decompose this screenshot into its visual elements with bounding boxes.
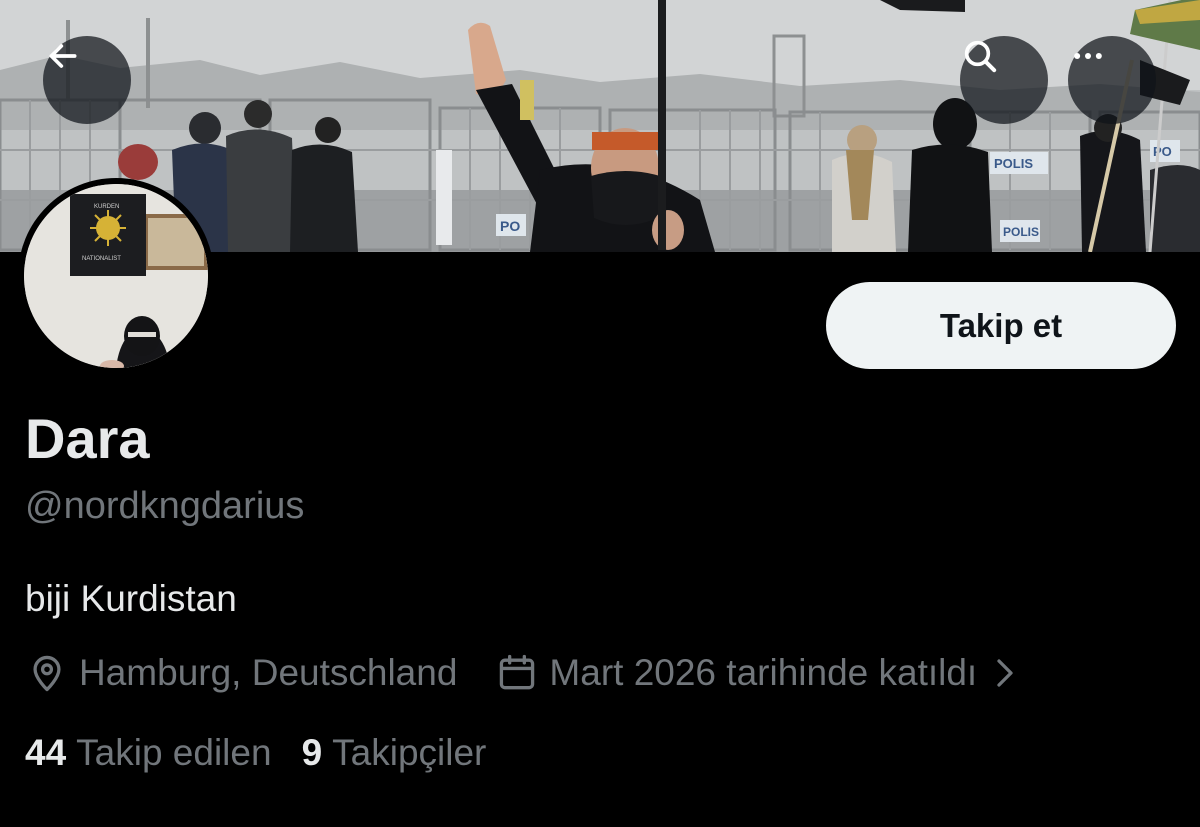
police-sign-text-3: POLIS bbox=[1003, 225, 1039, 239]
police-sign-text-2: POLIS bbox=[994, 156, 1033, 171]
police-sign-text: PO bbox=[500, 218, 520, 234]
followers-count: 9 bbox=[301, 732, 323, 773]
location-item: Hamburg, Deutschland bbox=[25, 651, 457, 695]
location-pin-icon bbox=[33, 655, 61, 692]
user-handle: @nordkngdarius bbox=[25, 485, 305, 527]
calendar-icon bbox=[500, 654, 535, 690]
profile-meta: Hamburg, Deutschland Mart 2026 tarihinde… bbox=[25, 648, 1019, 698]
joined-date-item[interactable]: Mart 2026 tarihinde katıldı bbox=[495, 651, 1019, 695]
display-name: Dara bbox=[25, 407, 150, 470]
following-link[interactable]: 44 Takip edilen bbox=[25, 732, 272, 774]
police-sign-text-4: PO bbox=[1153, 144, 1172, 159]
profile-avatar[interactable]: KURDEN NATIONALIST bbox=[18, 178, 214, 374]
profile-bio: biji Kurdistan bbox=[25, 578, 237, 619]
following-count: 44 bbox=[25, 732, 67, 773]
follow-button[interactable]: Takip et bbox=[826, 282, 1176, 369]
chevron-right-icon bbox=[991, 655, 1019, 691]
followers-link[interactable]: 9 Takipçiler bbox=[302, 732, 487, 774]
avatar-flag-text-top: KURDEN bbox=[94, 204, 119, 210]
location-text: Hamburg, Deutschland bbox=[79, 652, 458, 693]
avatar-flag-text-bottom: NATIONALIST bbox=[82, 256, 121, 262]
avatar-image: KURDEN NATIONALIST bbox=[24, 184, 208, 368]
back-button[interactable] bbox=[43, 36, 131, 124]
arrow-left-icon bbox=[49, 44, 77, 68]
following-label: Takip edilen bbox=[76, 732, 272, 773]
more-horizontal-icon bbox=[1074, 53, 1102, 59]
followers-label: Takipçiler bbox=[332, 732, 487, 773]
profile-page: PO POLIS POLIS PO KURDEN NATIONALIST Tak… bbox=[0, 0, 1200, 827]
more-button[interactable] bbox=[1068, 36, 1156, 124]
joined-date-text: Mart 2026 tarihinde katıldı bbox=[549, 652, 978, 693]
search-icon bbox=[964, 40, 997, 73]
follow-stats: 44 Takip edilen 9 Takipçiler bbox=[25, 728, 486, 778]
search-button[interactable] bbox=[960, 36, 1048, 124]
